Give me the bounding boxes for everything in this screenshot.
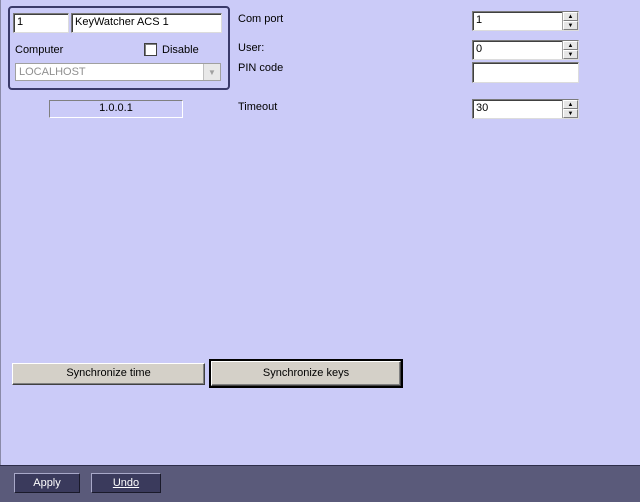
- spin-down-icon[interactable]: ▼: [563, 21, 578, 30]
- timeout-spinner[interactable]: ▲ ▼: [562, 100, 578, 118]
- spin-down-icon[interactable]: ▼: [563, 109, 578, 118]
- chevron-down-icon[interactable]: ▼: [203, 64, 220, 80]
- spin-up-icon[interactable]: ▲: [563, 12, 578, 21]
- spin-up-icon[interactable]: ▲: [563, 41, 578, 50]
- apply-button[interactable]: Apply: [14, 473, 80, 493]
- computer-combobox[interactable]: LOCALHOST: [15, 63, 221, 81]
- user-spinner[interactable]: ▲ ▼: [562, 41, 578, 59]
- synchronize-keys-button[interactable]: Synchronize keys: [209, 359, 403, 388]
- disable-label: Disable: [162, 44, 199, 56]
- device-id-field[interactable]: 1: [13, 13, 69, 33]
- computer-label: Computer: [15, 44, 64, 56]
- undo-button[interactable]: Undo: [91, 473, 161, 493]
- com-port-spinner[interactable]: ▲ ▼: [562, 12, 578, 30]
- disable-checkbox[interactable]: [144, 43, 157, 56]
- user-label: User:: [238, 42, 265, 54]
- timeout-label: Timeout: [238, 101, 278, 113]
- spin-down-icon[interactable]: ▼: [563, 50, 578, 59]
- spin-up-icon[interactable]: ▲: [563, 100, 578, 109]
- computer-combobox-value: LOCALHOST: [19, 66, 86, 78]
- device-name-field[interactable]: KeyWatcher ACS 1: [71, 13, 222, 33]
- version-display: 1.0.0.1: [49, 100, 183, 118]
- synchronize-time-button[interactable]: Synchronize time: [12, 363, 205, 385]
- com-port-label: Com port: [238, 13, 284, 25]
- pin-code-label: PIN code: [238, 62, 284, 74]
- pin-code-field[interactable]: [472, 62, 579, 83]
